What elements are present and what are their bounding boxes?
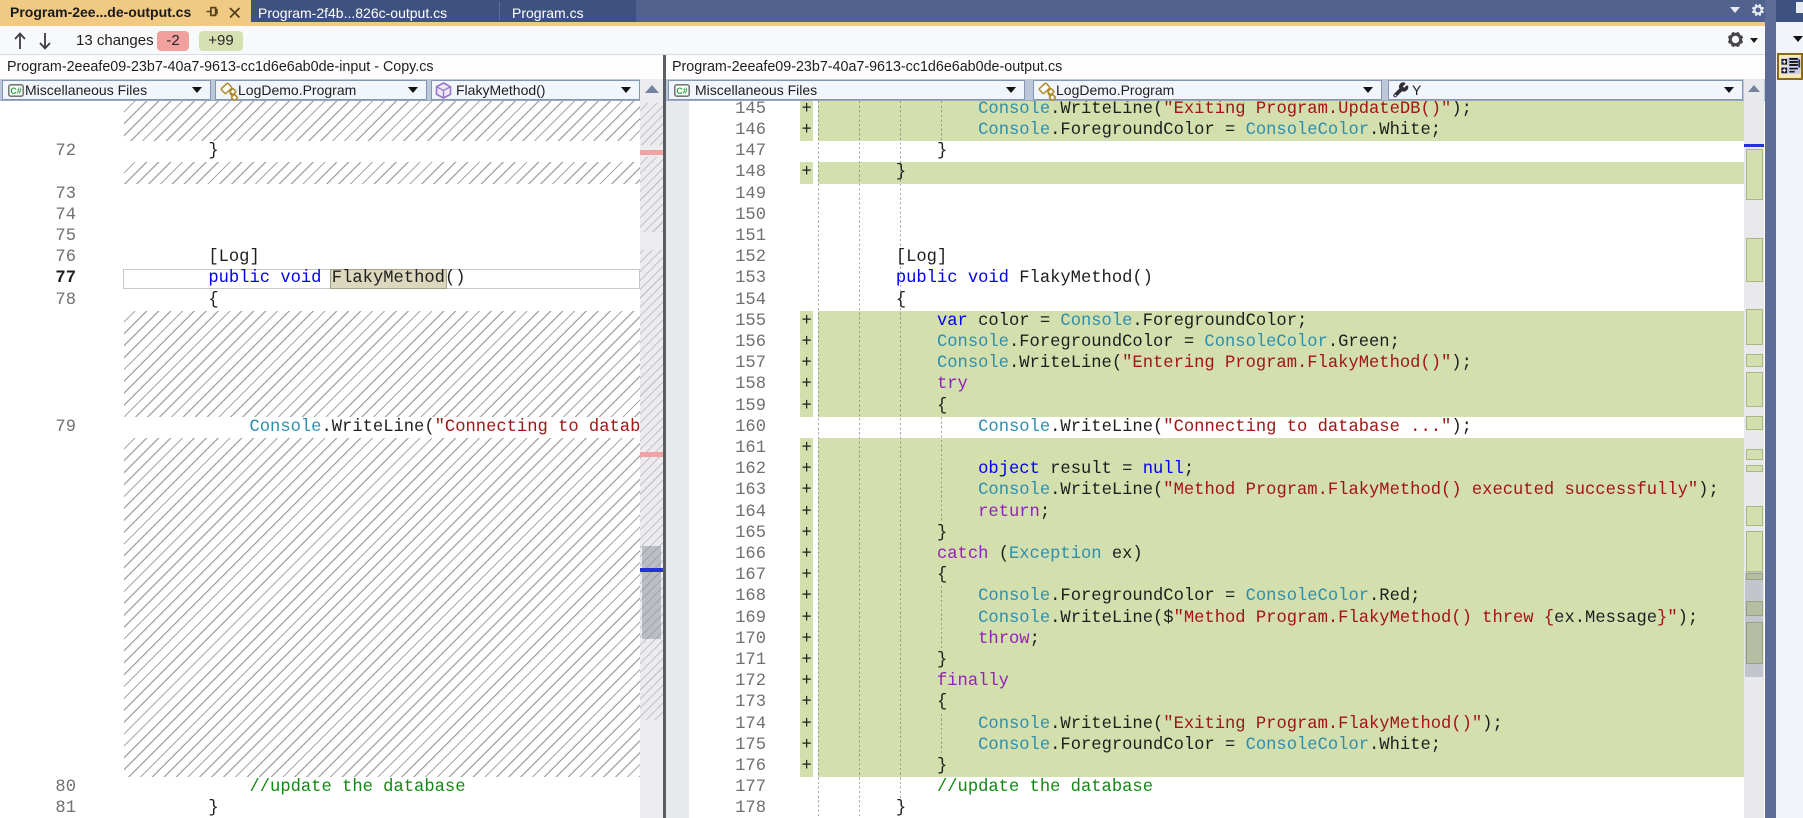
- svg-text:C#: C#: [10, 85, 21, 95]
- svg-text:C#: C#: [676, 85, 687, 95]
